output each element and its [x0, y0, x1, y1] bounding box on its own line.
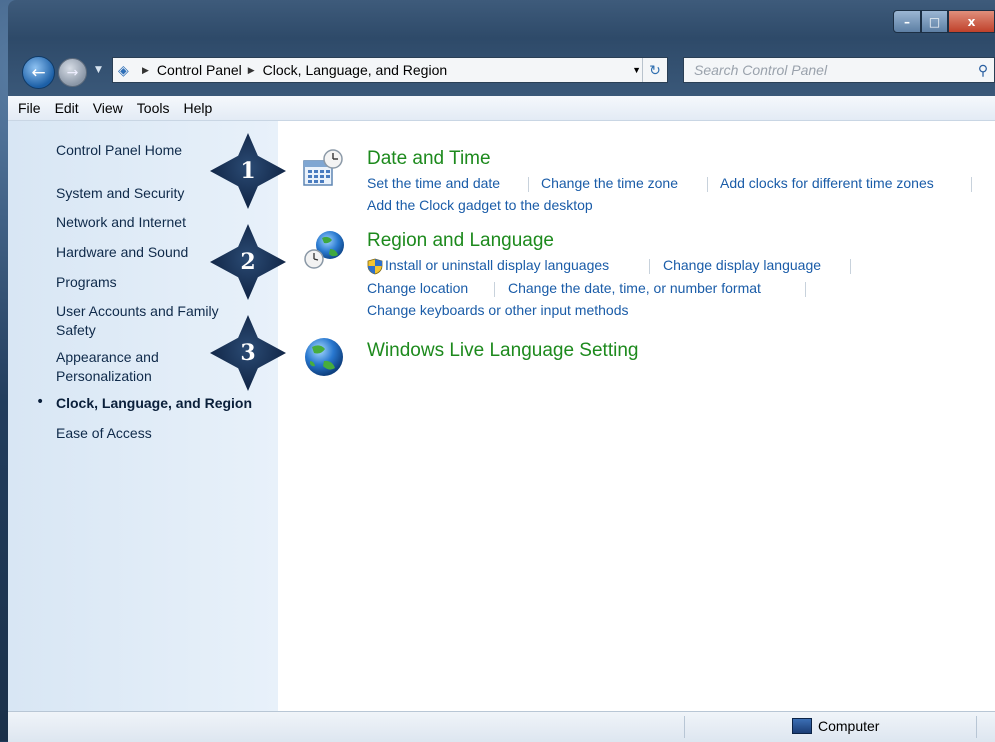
address-bar[interactable]: ◈ ▶ Control Panel ▶ Clock, Language, and…: [112, 57, 668, 83]
link-divider: [850, 259, 851, 274]
breadcrumb-clock-language-region[interactable]: Clock, Language, and Region: [263, 62, 447, 78]
back-button[interactable]: ←: [22, 56, 55, 89]
sidebar-item-control-panel-home[interactable]: Control Panel Home: [56, 141, 182, 160]
link-install-display-languages[interactable]: Install or uninstall display languages: [385, 257, 609, 273]
current-item-bullet: •: [36, 394, 45, 410]
search-input[interactable]: Search Control Panel: [684, 62, 972, 78]
breadcrumb-chevron-icon[interactable]: ▶: [248, 65, 255, 76]
link-change-date-time-format[interactable]: Change the date, time, or number format: [508, 280, 761, 296]
category-title-windows-live-language[interactable]: Windows Live Language Setting: [367, 340, 638, 362]
menu-bar: File Edit View Tools Help: [8, 96, 995, 121]
link-set-time-date[interactable]: Set the time and date: [367, 175, 500, 191]
status-computer: Computer: [792, 718, 879, 734]
search-box[interactable]: Search Control Panel ⚲: [683, 57, 995, 83]
status-divider: [976, 716, 977, 738]
link-add-clock-gadget[interactable]: Add the Clock gadget to the desktop: [367, 197, 593, 213]
sidebar-item-appearance[interactable]: Appearance and Personalization: [56, 348, 159, 386]
breadcrumb-chevron-icon[interactable]: ▶: [142, 65, 149, 76]
status-divider: [684, 716, 685, 738]
callout-number: 1: [240, 158, 256, 184]
link-change-keyboards[interactable]: Change keyboards or other input methods: [367, 302, 629, 318]
globe-icon[interactable]: [302, 335, 346, 379]
link-divider: [494, 282, 495, 297]
sidebar-item-network-internet[interactable]: Network and Internet: [56, 213, 186, 232]
main-content: Date and Time Set the time and date Chan…: [278, 121, 995, 711]
menu-help[interactable]: Help: [183, 100, 212, 116]
link-divider: [528, 177, 529, 192]
callout-number: 2: [240, 249, 256, 275]
status-computer-label: Computer: [818, 718, 880, 734]
address-dropdown-icon[interactable]: ▼: [632, 65, 641, 75]
refresh-icon[interactable]: ↻: [642, 58, 667, 82]
calendar-clock-icon[interactable]: [302, 149, 344, 189]
control-panel-window: – □ x ← → ▼ ◈ ▶ Control Panel ▶ Clock, L…: [8, 0, 995, 742]
link-add-clocks[interactable]: Add clocks for different time zones: [720, 175, 934, 191]
menu-tools[interactable]: Tools: [137, 100, 170, 116]
status-bar: Computer: [8, 711, 995, 742]
link-divider: [649, 259, 650, 274]
sidebar-item-user-accounts[interactable]: User Accounts and Family Safety: [56, 302, 219, 340]
recent-pages-chevron-icon[interactable]: ▼: [95, 65, 102, 75]
menu-view[interactable]: View: [93, 100, 123, 116]
link-divider: [805, 282, 806, 297]
search-icon[interactable]: ⚲: [972, 62, 994, 79]
uac-shield-icon: [367, 258, 383, 275]
link-divider: [707, 177, 708, 192]
link-change-time-zone[interactable]: Change the time zone: [541, 175, 678, 191]
computer-icon: [792, 718, 812, 734]
category-title-region-language[interactable]: Region and Language: [367, 230, 554, 252]
forward-arrow-icon: →: [66, 64, 79, 81]
category-title-date-time[interactable]: Date and Time: [367, 148, 491, 170]
window-controls: – □ x: [893, 10, 995, 33]
maximize-button[interactable]: □: [921, 10, 948, 33]
minimize-button[interactable]: –: [893, 10, 921, 33]
menu-edit[interactable]: Edit: [55, 100, 79, 116]
forward-button[interactable]: →: [58, 58, 87, 87]
control-panel-icon: ◈: [118, 62, 129, 78]
sidebar-item-programs[interactable]: Programs: [56, 273, 117, 292]
link-change-location[interactable]: Change location: [367, 280, 468, 296]
globe-clock-icon[interactable]: [302, 229, 346, 271]
callout-number: 3: [240, 340, 256, 366]
menu-file[interactable]: File: [18, 100, 41, 116]
sidebar-item-ease-of-access[interactable]: Ease of Access: [56, 424, 152, 443]
breadcrumb-control-panel[interactable]: Control Panel: [157, 62, 242, 78]
sidebar-item-system-security[interactable]: System and Security: [56, 184, 184, 203]
back-arrow-icon: ←: [31, 62, 46, 83]
sidebar: Control Panel Home System and Security N…: [8, 121, 278, 711]
sidebar-item-hardware-sound[interactable]: Hardware and Sound: [56, 243, 188, 262]
link-divider: [971, 177, 972, 192]
sidebar-item-clock-language-region: Clock, Language, and Region: [56, 395, 253, 411]
close-button[interactable]: x: [948, 10, 995, 33]
link-change-display-language[interactable]: Change display language: [663, 257, 821, 273]
